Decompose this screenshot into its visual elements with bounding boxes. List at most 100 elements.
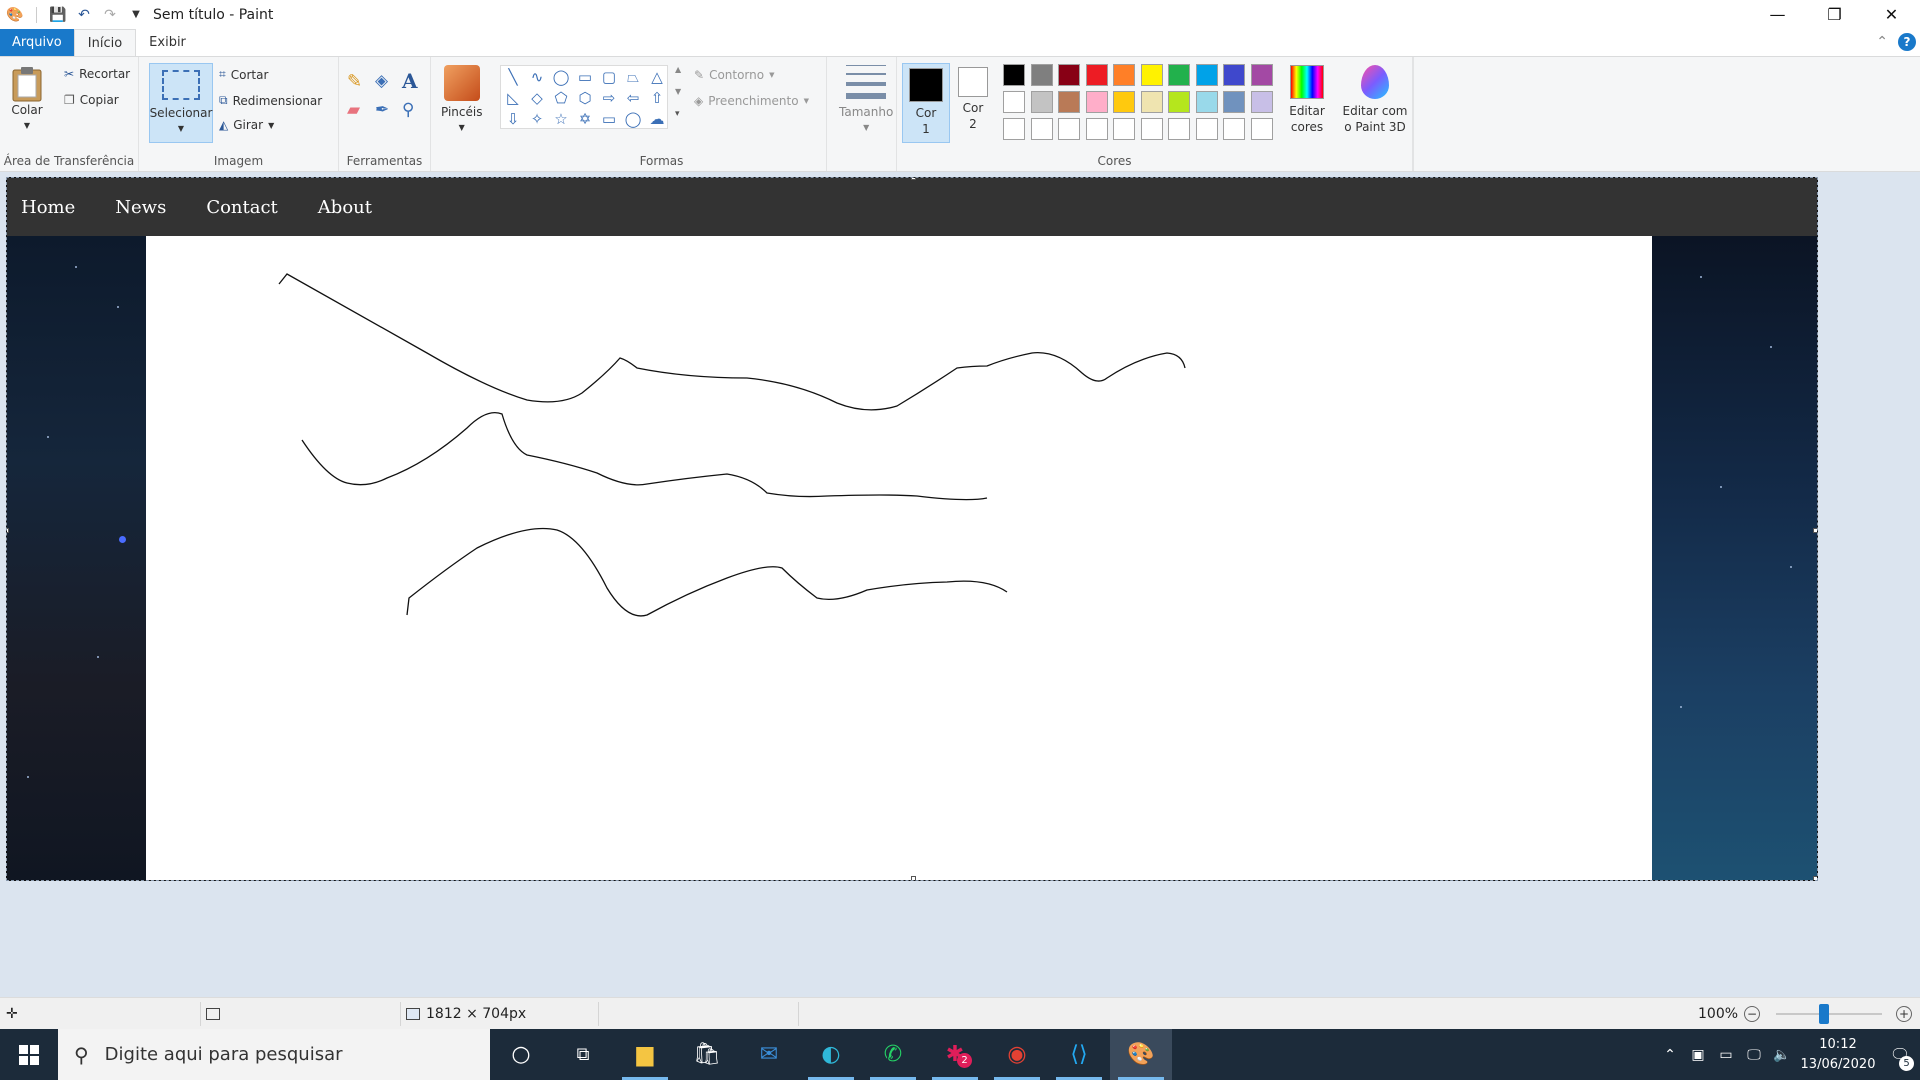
zoom-in-button[interactable]: + [1896,1006,1912,1022]
shapes-scroll-down-icon[interactable]: ▼ [675,87,681,96]
palette-swatch[interactable] [1140,118,1163,140]
six-point-star-shape-icon[interactable]: ✡ [573,108,597,129]
right-triangle-shape-icon[interactable]: ◺ [501,87,525,108]
shapes-scroll-up-icon[interactable]: ▲ [675,65,681,74]
tab-exibir[interactable]: Exibir [136,29,199,56]
rotate-button[interactable]: ◭ Girar ▼ [219,118,274,132]
resize-button[interactable]: ⧉ Redimensionar [219,93,322,108]
palette-swatch[interactable] [1030,91,1053,113]
color-picker-icon[interactable]: ✒ [375,100,389,120]
color1-button[interactable]: Cor 1 [902,63,950,143]
network-icon[interactable]: 🖵 [1742,1047,1766,1063]
customize-toolbar-icon[interactable]: ▼ [125,4,147,26]
polygon-shape-icon[interactable]: ⏢ [621,66,645,87]
microsoft-store-icon[interactable]: 🛍 [676,1029,738,1080]
chrome-icon[interactable]: ◉ [986,1029,1048,1080]
palette-swatch[interactable] [1223,118,1245,140]
palette-swatch[interactable] [1085,64,1108,86]
palette-swatch[interactable] [1250,64,1273,86]
cortana-icon[interactable]: ○ [490,1029,552,1080]
palette-swatch[interactable] [1030,64,1053,86]
paste-button[interactable]: Colar ▼ [10,65,44,133]
drawing-canvas[interactable]: Home News Contact About [6,177,1818,881]
palette-swatch[interactable] [1058,91,1080,113]
palette-swatch[interactable] [1168,118,1190,140]
resize-handle-right[interactable] [1813,528,1817,533]
palette-swatch[interactable] [1140,64,1163,86]
line-shape-icon[interactable]: ╲ [501,66,525,87]
fill-bucket-icon[interactable]: ◈ [375,71,388,91]
left-arrow-shape-icon[interactable]: ⇦ [621,87,645,108]
palette-swatch[interactable] [1168,91,1190,113]
color2-button[interactable]: Cor 2 [953,67,993,132]
show-hidden-icons-icon[interactable]: ⌃ [1658,1047,1682,1063]
palette-swatch[interactable] [1223,91,1245,113]
brushes-button[interactable]: Pincéis ▼ [441,65,482,135]
start-button[interactable] [0,1029,58,1080]
palette-swatch[interactable] [1003,91,1025,113]
resize-handle-corner[interactable] [1813,876,1817,880]
copy-button[interactable]: ❐ Copiar [64,93,119,107]
tab-arquivo[interactable]: Arquivo [0,29,74,56]
palette-swatch[interactable] [1223,64,1245,86]
palette-swatch[interactable] [1058,118,1080,140]
close-button[interactable]: ✕ [1863,0,1920,29]
select-button[interactable]: Selecionar ▼ [149,63,213,143]
maximize-button[interactable]: ❐ [1806,0,1863,29]
diamond-shape-icon[interactable]: ◇ [525,87,549,108]
palette-swatch[interactable] [1195,91,1218,113]
right-arrow-shape-icon[interactable]: ⇨ [597,87,621,108]
palette-swatch[interactable] [1250,91,1273,113]
up-arrow-shape-icon[interactable]: ⇧ [645,87,669,108]
mail-icon[interactable]: ✉ [738,1029,800,1080]
palette-swatch[interactable] [1085,91,1108,113]
triangle-shape-icon[interactable]: △ [645,66,669,87]
size-button[interactable]: Tamanho ▼ [839,65,893,135]
hexagon-shape-icon[interactable]: ⬡ [573,87,597,108]
palette-swatch[interactable] [1250,118,1273,140]
edit-with-paint3d-button[interactable]: Editar com o Paint 3D [1336,65,1414,135]
cloud-callout-shape-icon[interactable]: ☁ [645,108,669,129]
palette-swatch[interactable] [1140,91,1163,113]
zoom-slider-thumb[interactable] [1818,1004,1829,1024]
save-icon[interactable]: 💾 [47,4,69,26]
resize-handle-bottom[interactable] [911,876,916,880]
palette-swatch[interactable] [1058,64,1080,86]
text-tool-icon[interactable]: A [402,69,418,93]
collapse-ribbon-icon[interactable]: ⌃ [1876,34,1888,50]
palette-swatch[interactable] [1085,118,1108,140]
crop-button[interactable]: ⌗ Cortar [219,67,268,82]
taskbar-clock[interactable]: 10:12 13/06/2020 [1796,1035,1880,1075]
four-point-star-shape-icon[interactable]: ✧ [525,108,549,129]
palette-swatch[interactable] [1003,64,1025,86]
five-point-star-shape-icon[interactable]: ☆ [549,108,573,129]
magnifier-icon[interactable]: ⚲ [402,100,414,120]
tab-inicio[interactable]: Início [73,29,137,56]
palette-swatch[interactable] [1168,64,1190,86]
palette-swatch[interactable] [1113,64,1135,86]
action-center-button[interactable]: 🗨 5 [1880,1029,1920,1080]
zoom-slider-track[interactable] [1776,1013,1882,1015]
rectangle-shape-icon[interactable]: ▭ [573,66,597,87]
palette-swatch[interactable] [1030,118,1053,140]
palette-swatch[interactable] [1195,64,1218,86]
minimize-button[interactable]: — [1749,0,1806,29]
oval-shape-icon[interactable]: ◯ [549,66,573,87]
paint-taskbar-icon[interactable]: 🎨 [1110,1029,1172,1080]
vscode-icon[interactable]: ⟨⟩ [1048,1029,1110,1080]
down-arrow-shape-icon[interactable]: ⇩ [501,108,525,129]
edit-colors-button[interactable]: Editar cores [1277,65,1337,135]
palette-swatch[interactable] [1113,118,1135,140]
taskbar-search-box[interactable]: ⚲ Digite aqui para pesquisar [58,1029,490,1080]
edge-browser-icon[interactable]: ◐ [800,1029,862,1080]
palette-swatch[interactable] [1113,91,1135,113]
cut-button[interactable]: ✂ Recortar [64,67,130,81]
rect-callout-shape-icon[interactable]: ▭ [597,108,621,129]
battery-icon[interactable]: ▭ [1714,1047,1738,1063]
palette-swatch[interactable] [1003,118,1025,140]
oval-callout-shape-icon[interactable]: ◯ [621,108,645,129]
palette-swatch[interactable] [1195,118,1218,140]
undo-icon[interactable]: ↶ [73,4,95,26]
rounded-rectangle-shape-icon[interactable]: ▢ [597,66,621,87]
file-explorer-icon[interactable]: ▆ [614,1029,676,1080]
